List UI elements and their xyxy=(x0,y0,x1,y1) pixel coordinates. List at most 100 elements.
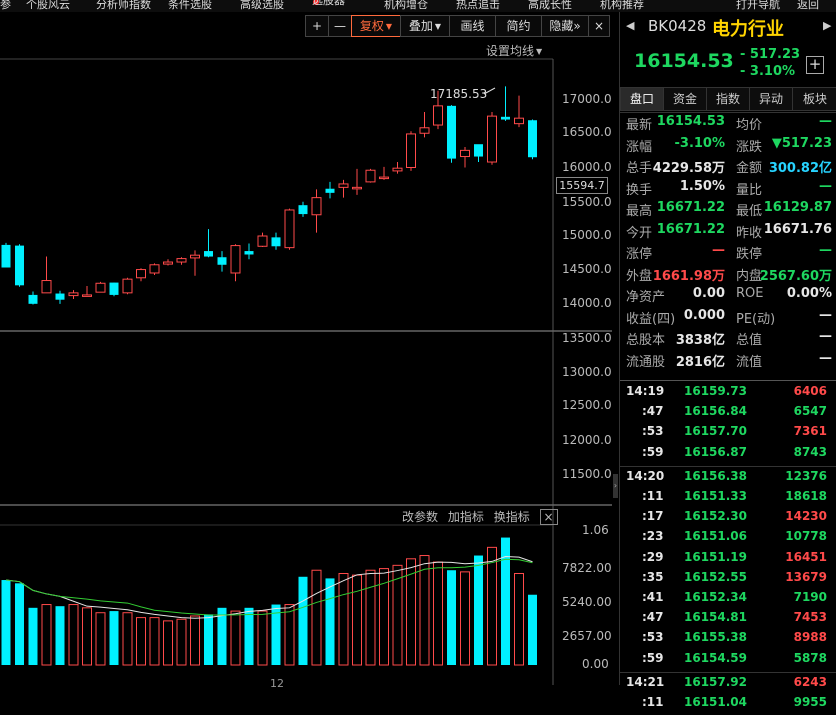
candle xyxy=(365,168,376,183)
prev-stock-icon[interactable]: ◀ xyxy=(626,19,634,32)
tick-volume: 5878 xyxy=(793,650,827,665)
volume-bar xyxy=(55,606,65,665)
price-tick-label: 11500.0 xyxy=(562,467,612,481)
tick-volume: 6243 xyxy=(793,674,827,689)
volume-bar xyxy=(419,555,430,666)
candle xyxy=(338,179,349,198)
stat-value: 300.82亿 xyxy=(768,161,832,176)
current-price-label: 15594.7 xyxy=(556,177,608,194)
tick-price: 16151.04 xyxy=(684,695,748,709)
stat-label: 最高 xyxy=(626,204,653,219)
volume-bar xyxy=(163,620,173,666)
menu-item[interactable]: 打开导航 xyxy=(736,0,780,12)
next-stock-icon[interactable]: ▶ xyxy=(823,19,831,32)
stat-label: 总股本 xyxy=(626,333,666,348)
tick-time: :53 xyxy=(642,424,664,439)
tick-volume: 13679 xyxy=(785,569,827,584)
candle xyxy=(311,189,322,233)
stat-label: 最新 xyxy=(626,118,653,133)
add-watchlist-button[interactable]: + xyxy=(806,56,824,74)
candle xyxy=(487,112,497,165)
stock-name: 电力行业 xyxy=(712,19,784,40)
price-tick-label: 14000.0 xyxy=(562,296,612,310)
volume-bar xyxy=(311,569,322,666)
indicator-toolbar: 改参数 加指标 换指标 × xyxy=(402,508,558,525)
volume-bar xyxy=(298,576,308,665)
volume-tick-label: 0.00 xyxy=(582,657,609,671)
stat-label: 金额 xyxy=(736,161,763,176)
candle xyxy=(15,244,24,287)
volume-bar xyxy=(41,604,52,666)
tick-row: :17 16152.30 14230 xyxy=(620,509,836,529)
volume-bar xyxy=(136,617,146,666)
volume-bar xyxy=(433,561,443,666)
candle xyxy=(284,208,295,250)
tick-price: 16152.30 xyxy=(684,509,748,524)
tab-zhishu[interactable]: 指数 xyxy=(706,87,750,111)
quote-panel: ◀ BK0428 电力行业 ▶ 16154.53 - 517.23 - 3.10… xyxy=(619,12,836,709)
candlestick-series xyxy=(1,86,537,305)
candle xyxy=(271,232,281,250)
stat-value: 2816亿 xyxy=(675,354,725,370)
stat-label: 外盘 xyxy=(626,268,653,284)
stat-value: 16154.53 xyxy=(656,114,725,129)
candle xyxy=(514,95,524,128)
stat-label: 净资产 xyxy=(626,290,666,305)
change-indicator-button[interactable]: 换指标 xyxy=(494,510,530,524)
tick-price: 16156.87 xyxy=(684,444,748,459)
volume-bar xyxy=(325,578,335,665)
stat-value: 16129.87 xyxy=(763,200,832,215)
tick-row: :53 16157.70 7361 xyxy=(620,424,836,444)
tick-row: 14:20 16156.38 12376 xyxy=(620,469,836,489)
tick-price: 16154.81 xyxy=(684,610,748,625)
tick-time: :47 xyxy=(642,610,664,625)
stat-value: — xyxy=(819,329,832,344)
menu-item[interactable]: 返回 xyxy=(797,0,819,12)
stat-value: 3838亿 xyxy=(675,333,725,348)
stat-value: 1.50% xyxy=(679,178,725,194)
volume-bar xyxy=(109,611,119,665)
candle xyxy=(136,268,146,282)
price-tick-label: 13000.0 xyxy=(562,365,612,379)
tick-volume: 9955 xyxy=(793,695,827,709)
stat-label: 今开 xyxy=(626,225,653,241)
tick-time: :29 xyxy=(642,549,664,564)
volume-bar xyxy=(257,610,268,666)
kline-chart[interactable]: 17185.53 xyxy=(0,0,612,685)
stat-label: 涨幅 xyxy=(626,139,653,155)
stat-label: 均价 xyxy=(736,118,763,133)
tick-volume: 8988 xyxy=(793,630,827,645)
stat-row: 总手 4229.58万 金额 300.82亿 xyxy=(620,157,836,179)
stat-value: 16671.22 xyxy=(656,221,725,237)
tick-price: 16157.92 xyxy=(684,674,748,689)
volume-tick-label: 5240.00 xyxy=(562,595,612,609)
high-price-marker: 17185.53 xyxy=(430,87,496,101)
stat-label: 量比 xyxy=(736,182,763,198)
volume-bar xyxy=(514,573,524,666)
panel-splitter-handle[interactable]: › xyxy=(613,474,618,498)
candle xyxy=(230,244,241,282)
tab-zijin[interactable]: 资金 xyxy=(663,87,707,111)
price-tick-label: 15500.0 xyxy=(562,195,612,209)
candle xyxy=(28,291,38,305)
stat-row: 涨停 — 跌停 — xyxy=(620,243,836,265)
candle xyxy=(176,257,187,265)
tick-volume: 7190 xyxy=(793,590,827,604)
stat-label: 涨跌 xyxy=(736,139,763,155)
tick-time: :59 xyxy=(642,444,664,459)
tab-bankuai[interactable]: 板块 xyxy=(792,87,836,111)
stat-label: 总值 xyxy=(736,333,763,348)
edit-params-button[interactable]: 改参数 xyxy=(402,510,438,524)
tick-price: 16159.73 xyxy=(684,384,748,398)
close-indicator-button[interactable]: × xyxy=(539,509,558,525)
stat-value: — xyxy=(819,350,832,366)
add-indicator-button[interactable]: 加指标 xyxy=(448,510,484,524)
tab-pankou[interactable]: 盘口 xyxy=(620,87,664,111)
price-tick-label: 12000.0 xyxy=(562,433,612,447)
stat-row: 最新 16154.53 均价 — xyxy=(620,114,836,136)
candle xyxy=(298,201,308,217)
stat-value: 16671.22 xyxy=(656,200,725,215)
tab-yidong[interactable]: 异动 xyxy=(749,87,793,111)
price-tick-label: 17000.0 xyxy=(562,92,612,106)
candle xyxy=(1,242,11,268)
